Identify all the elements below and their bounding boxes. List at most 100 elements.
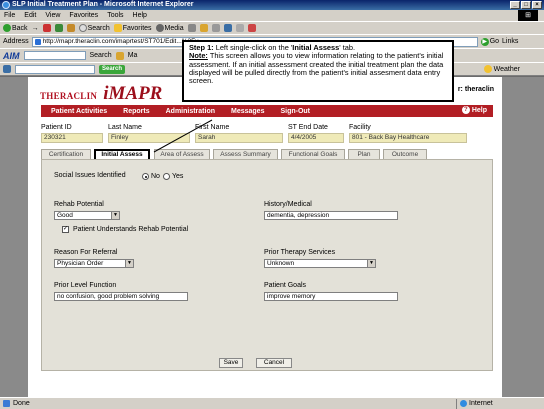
aim-search-label[interactable]: Search — [90, 52, 112, 59]
user-label: r: theraclin — [457, 86, 494, 93]
first-name-column: First Name Sarah — [195, 123, 283, 143]
favorites-button[interactable]: Favorites — [113, 24, 152, 32]
edit-icon[interactable] — [223, 24, 232, 32]
media-button[interactable]: Media — [155, 24, 184, 32]
help-icon: ? — [461, 106, 470, 114]
theraclin-logo: THERACLIN — [40, 91, 98, 101]
last-name-value: Finley — [108, 133, 190, 143]
standard-toolbar: Back → Search Favorites Media — [0, 21, 544, 34]
patient-goals-label: Patient Goals — [264, 282, 307, 289]
nav-patient-activities[interactable]: Patient Activities — [51, 108, 107, 115]
history-icon[interactable] — [187, 24, 196, 32]
stop-icon[interactable] — [42, 24, 51, 32]
window-title-bar: SLP Initial Treatment Plan - Microsoft I… — [0, 0, 544, 10]
toolbar-search-button[interactable]: Search — [99, 64, 126, 74]
aim-logo[interactable]: AIM — [3, 51, 20, 61]
star-icon — [113, 24, 122, 32]
menu-file[interactable]: File — [4, 12, 15, 19]
links-label[interactable]: Links — [502, 38, 518, 45]
patient-header: Patient ID 230321 Last Name Finley First… — [41, 123, 493, 145]
globe-icon — [460, 400, 467, 407]
tab-outcome[interactable]: Outcome — [383, 149, 427, 159]
back-label: Back — [12, 24, 28, 32]
facility-label: Facility — [349, 124, 371, 131]
social-issues-no-radio[interactable] — [142, 173, 149, 180]
tab-area-of-assess[interactable]: Area of Assess — [154, 149, 210, 159]
patient-id-value: 230321 — [41, 133, 103, 143]
tab-strip: Certification Initial Assess Area of Ass… — [41, 149, 493, 160]
prior-therapy-value: Unknown — [267, 260, 295, 267]
window-controls: _ □ × — [510, 1, 542, 9]
menu-edit[interactable]: Edit — [24, 12, 36, 19]
home-icon[interactable] — [66, 24, 75, 32]
tab-assess-summary[interactable]: Assess Summary — [213, 149, 278, 159]
nav-sign-out[interactable]: Sign-Out — [280, 108, 310, 115]
patient-goals-field[interactable]: improve memory — [264, 292, 398, 301]
print-icon[interactable] — [211, 24, 220, 32]
social-issues-yes-radio[interactable] — [163, 173, 170, 180]
st-end-date-label: ST End Date — [288, 124, 328, 131]
search-button[interactable]: Search — [78, 24, 110, 32]
first-name-value: Sarah — [195, 133, 283, 143]
rehab-potential-select[interactable]: Good ▼ — [54, 211, 120, 220]
social-issues-label: Social Issues Identified — [54, 172, 126, 179]
history-medical-label: History/Medical — [264, 201, 312, 208]
social-issues-yes-label: Yes — [172, 173, 184, 180]
close-button[interactable]: × — [532, 1, 542, 9]
page-done-icon — [3, 400, 10, 407]
help-label: Help — [471, 106, 487, 114]
last-name-label: Last Name — [108, 124, 142, 131]
rehab-potential-label: Rehab Potential — [54, 201, 104, 208]
ie-logo-icon — [2, 1, 10, 9]
menu-favorites[interactable]: Favorites — [69, 12, 98, 19]
tab-functional-goals[interactable]: Functional Goals — [281, 149, 345, 159]
aim-mail-label[interactable]: Ma — [128, 52, 138, 59]
maximize-button[interactable]: □ — [521, 1, 531, 9]
prior-level-function-label: Prior Level Function — [54, 282, 117, 289]
rehab-potential-value: Good — [57, 212, 73, 219]
favorites-label: Favorites — [122, 24, 152, 32]
chevron-down-icon: ▼ — [367, 260, 375, 267]
understands-rehab-checkbox[interactable]: ✓ — [62, 226, 69, 233]
help-link[interactable]: ? Help — [461, 106, 487, 114]
app-nav-bar: Patient Activities Reports Administratio… — [41, 105, 493, 117]
save-button[interactable]: Save — [219, 358, 243, 368]
mail-icon[interactable] — [199, 24, 208, 32]
prior-therapy-select[interactable]: Unknown ▼ — [264, 259, 376, 268]
tab-plan[interactable]: Plan — [348, 149, 380, 159]
discuss-icon[interactable] — [235, 24, 244, 32]
browser-viewport: THERACLIN iMAPR r: theraclin Patient Act… — [0, 77, 544, 397]
messenger-icon[interactable] — [247, 24, 256, 32]
prior-level-function-field[interactable]: no confusion, good problem solving — [54, 292, 188, 301]
go-button[interactable]: ▶ Go — [480, 37, 499, 46]
nav-administration[interactable]: Administration — [166, 108, 215, 115]
media-label: Media — [164, 24, 184, 32]
patient-id-label: Patient ID — [41, 124, 72, 131]
menu-help[interactable]: Help — [133, 12, 147, 19]
understands-rehab-label: Patient Understands Rehab Potential — [73, 226, 189, 233]
back-button[interactable]: Back — [3, 24, 28, 32]
reason-for-referral-label: Reason For Referral — [54, 249, 118, 256]
minimize-button[interactable]: _ — [510, 1, 520, 9]
weather-button[interactable]: Weather — [483, 65, 520, 73]
tab-certification[interactable]: Certification — [41, 149, 91, 159]
aim-search-input[interactable] — [23, 51, 86, 60]
instruction-callout: Step 1: Left single-click on the 'Initia… — [182, 40, 454, 102]
nav-messages[interactable]: Messages — [231, 108, 264, 115]
toolbar-search-input[interactable] — [15, 64, 95, 74]
media-icon — [155, 24, 164, 32]
reason-for-referral-select[interactable]: Physician Order ▼ — [54, 259, 134, 268]
go-arrow-icon: ▶ — [480, 37, 489, 46]
menu-tools[interactable]: Tools — [107, 12, 123, 19]
forward-arrow-icon[interactable]: → — [32, 25, 39, 32]
menu-view[interactable]: View — [45, 12, 60, 19]
sun-icon — [483, 65, 492, 73]
aim-mail-icon[interactable] — [115, 51, 124, 60]
refresh-icon[interactable] — [54, 24, 63, 32]
history-medical-field[interactable]: dementia, depression — [264, 211, 398, 220]
cancel-button[interactable]: Cancel — [256, 358, 292, 368]
windows-logo-icon: ⊞ — [518, 10, 538, 21]
nav-reports[interactable]: Reports — [123, 108, 149, 115]
imapr-logo: iMAPR — [103, 83, 163, 104]
callout-note: Note: This screen allows you to view inf… — [189, 52, 447, 85]
